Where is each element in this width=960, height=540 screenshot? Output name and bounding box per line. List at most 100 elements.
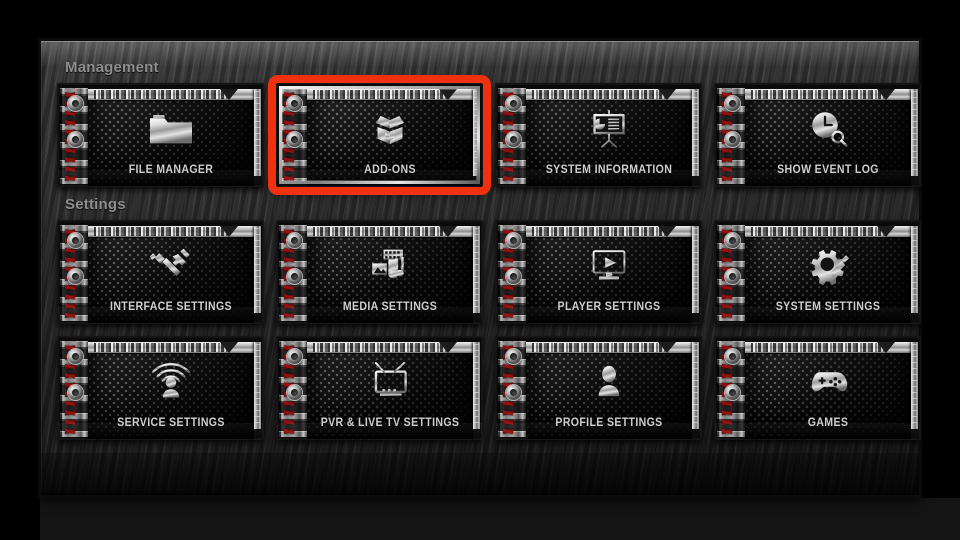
tile-left-metal-strip (717, 341, 745, 437)
rivet-icon (287, 349, 302, 364)
tile-left-metal-strip (279, 88, 307, 184)
tile-pvr-and-live-tv-settings[interactable]: PVR & LIVE TV SETTINGS (276, 336, 483, 440)
tile-show-event-log[interactable]: SHOW EVENT LOG (714, 83, 921, 187)
tile-right-chrome-rail (254, 226, 261, 313)
monitor-play-icon (526, 239, 692, 291)
tile-right-chrome-rail (254, 89, 261, 176)
tile-right-chrome-rail (692, 342, 699, 429)
tile-left-metal-strip (498, 341, 526, 437)
rivet-icon (68, 96, 83, 111)
tile-top-chrome-strip (88, 226, 254, 237)
tile-add-ons[interactable]: ADD-ONS (268, 75, 491, 195)
tile-left-metal-strip (498, 88, 526, 184)
tile-player-settings[interactable]: PLAYER SETTINGS (495, 220, 702, 324)
tile-left-metal-strip (498, 225, 526, 321)
rivet-icon (506, 132, 521, 147)
tile-right-chrome-rail (473, 342, 480, 429)
tile-label: GAMES (807, 415, 849, 429)
tile-label: SYSTEM INFORMATION (545, 162, 673, 176)
tile-top-chrome-strip (307, 89, 473, 100)
rivet-icon (68, 349, 83, 364)
section-header-management: Management (65, 59, 159, 76)
tile-top-chrome-strip (745, 342, 911, 353)
tile-label: PROFILE SETTINGS (555, 415, 663, 429)
gamepad-icon (745, 355, 911, 407)
broadcast-person-icon (88, 355, 254, 407)
rivet-icon (725, 96, 740, 111)
tile-label: ADD-ONS (364, 162, 416, 176)
rivet-icon (287, 233, 302, 248)
rivet-icon (287, 269, 302, 284)
rivet-icon (506, 269, 521, 284)
tile-left-metal-strip (60, 341, 88, 437)
tile-label: FILE MANAGER (128, 162, 214, 176)
tile-row: SERVICE SETTINGS PVR & LIVE TV SETTINGS … (57, 336, 921, 440)
tile-games[interactable]: GAMES (714, 336, 921, 440)
presentation-icon (526, 102, 692, 154)
section-header-settings: Settings (65, 196, 126, 213)
backdrop-left-band (0, 0, 38, 540)
media-filmstrip-icon (307, 239, 473, 291)
tile-right-chrome-rail (254, 342, 261, 429)
tile-system-settings[interactable]: SYSTEM SETTINGS (714, 220, 921, 324)
tile-service-settings[interactable]: SERVICE SETTINGS (57, 336, 264, 440)
settings-window: Management FILE MANAGER ADD-ONS SYSTEM I… (38, 38, 922, 498)
tile-left-metal-strip (279, 341, 307, 437)
rivet-icon (506, 385, 521, 400)
tile-label: SYSTEM SETTINGS (775, 299, 881, 313)
tile-system-information[interactable]: SYSTEM INFORMATION (495, 83, 702, 187)
rivet-icon (725, 233, 740, 248)
rivet-icon (287, 385, 302, 400)
gear-screwdriver-icon (745, 239, 911, 291)
tile-top-chrome-strip (745, 89, 911, 100)
tile-top-chrome-strip (526, 226, 692, 237)
rivet-icon (68, 233, 83, 248)
tile-media-settings[interactable]: MEDIA SETTINGS (276, 220, 483, 324)
tile-row: FILE MANAGER ADD-ONS SYSTEM INFORMATION (57, 75, 921, 195)
backdrop-bottom-band (0, 498, 960, 540)
tile-top-chrome-strip (88, 89, 254, 100)
tile-top-chrome-strip (526, 342, 692, 353)
tile-interface-settings[interactable]: INTERFACE SETTINGS (57, 220, 264, 324)
tile-file-manager[interactable]: FILE MANAGER (57, 83, 264, 187)
tile-top-chrome-strip (88, 342, 254, 353)
tile-right-chrome-rail (692, 226, 699, 313)
tile-profile-settings[interactable]: PROFILE SETTINGS (495, 336, 702, 440)
tile-right-chrome-rail (692, 89, 699, 176)
rivet-icon (725, 132, 740, 147)
tile-right-chrome-rail (911, 89, 918, 176)
rivet-icon (506, 233, 521, 248)
tile-label: MEDIA SETTINGS (342, 299, 438, 313)
tile-label: SERVICE SETTINGS (117, 415, 225, 429)
rivet-icon (725, 269, 740, 284)
rivet-icon (725, 385, 740, 400)
rivet-icon (287, 96, 302, 111)
tile-label: SHOW EVENT LOG (777, 162, 879, 176)
tile-row: INTERFACE SETTINGS MEDIA SETTINGS PLAYER… (57, 220, 921, 324)
tile-top-chrome-strip (745, 226, 911, 237)
rivet-icon (68, 132, 83, 147)
rivet-icon (287, 132, 302, 147)
tile-top-chrome-strip (526, 89, 692, 100)
wrench-screwdriver-icon (88, 239, 254, 291)
tile-top-chrome-strip (307, 226, 473, 237)
rivet-icon (68, 385, 83, 400)
settings-content: Management FILE MANAGER ADD-ONS SYSTEM I… (41, 41, 921, 440)
tile-label: PLAYER SETTINGS (557, 299, 661, 313)
tile-label: PVR & LIVE TV SETTINGS (320, 415, 460, 429)
tile-left-metal-strip (717, 88, 745, 184)
tile-right-chrome-rail (911, 342, 918, 429)
clock-search-icon (745, 102, 911, 154)
tile-top-chrome-strip (307, 342, 473, 353)
tv-antenna-icon (307, 355, 473, 407)
rivet-icon (506, 349, 521, 364)
tile-left-metal-strip (60, 225, 88, 321)
tile-right-chrome-rail (911, 226, 918, 313)
rivet-icon (68, 269, 83, 284)
tile-left-metal-strip (279, 225, 307, 321)
open-box-icon (307, 102, 473, 154)
person-bust-icon (526, 355, 692, 407)
rivet-icon (506, 96, 521, 111)
tile-right-chrome-rail (473, 89, 480, 176)
tile-left-metal-strip (60, 88, 88, 184)
